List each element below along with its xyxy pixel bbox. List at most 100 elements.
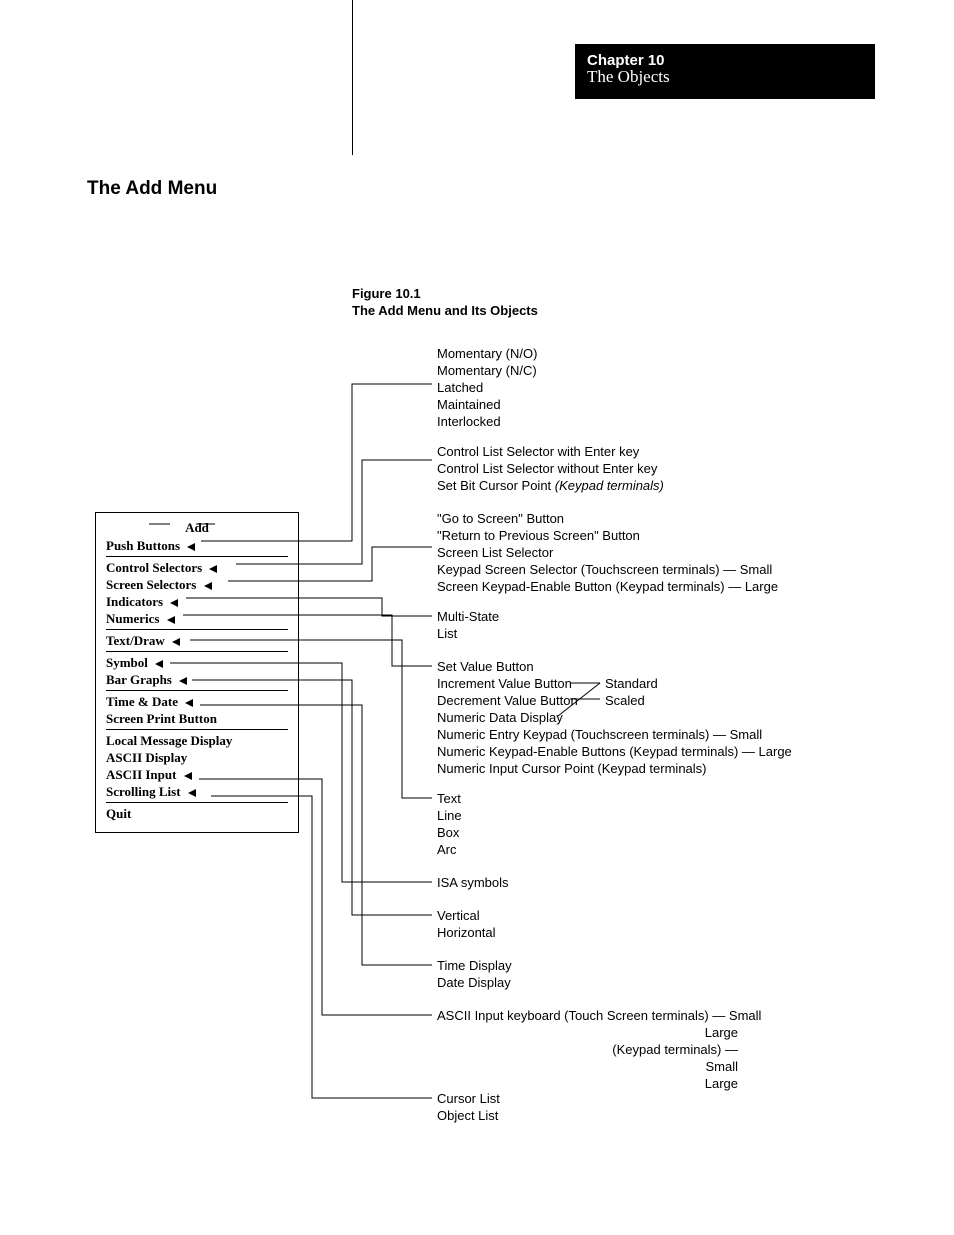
label: Bar Graphs — [106, 672, 172, 687]
menu-item-push-buttons[interactable]: Push Buttons — [106, 537, 288, 554]
text: Standard — [605, 675, 658, 692]
text: Horizontal — [437, 924, 496, 941]
label: ASCII Input — [106, 767, 176, 782]
chevron-left-icon — [185, 695, 194, 710]
menu-item-scrolling-list[interactable]: Scrolling List — [106, 783, 288, 800]
group-text-draw: Text Line Box Arc — [437, 790, 462, 858]
text: Numeric Keypad-Enable Buttons (Keypad te… — [437, 743, 792, 760]
text: Keypad Screen Selector (Touchscreen term… — [437, 561, 778, 578]
text: "Return to Previous Screen" Button — [437, 527, 778, 544]
menu-item-ascii-display[interactable]: ASCII Display — [106, 749, 288, 766]
text: Multi-State — [437, 608, 499, 625]
menu-item-indicators[interactable]: Indicators — [106, 593, 288, 610]
text: Maintained — [437, 396, 537, 413]
group-screen-selectors: "Go to Screen" Button "Return to Previou… — [437, 510, 778, 595]
menu-item-screen-print[interactable]: Screen Print Button — [106, 710, 288, 727]
menu-divider — [106, 729, 288, 730]
text: Scaled — [605, 692, 658, 709]
text: Screen Keypad-Enable Button (Keypad term… — [437, 578, 778, 595]
label: Text/Draw — [106, 633, 165, 648]
menu-item-local-msg[interactable]: Local Message Display — [106, 732, 288, 749]
chapter-title: The Objects — [587, 67, 863, 87]
text: "Go to Screen" Button — [437, 510, 778, 527]
menu-item-symbol[interactable]: Symbol — [106, 654, 288, 671]
text: Line — [437, 807, 462, 824]
text: ASCII Input keyboard (Touch Screen termi… — [437, 1007, 761, 1024]
add-menu-title: Add — [106, 519, 288, 537]
text: Arc — [437, 841, 462, 858]
label: Quit — [106, 806, 131, 821]
label: Push Buttons — [106, 538, 180, 553]
menu-divider — [106, 629, 288, 630]
label: Screen Selectors — [106, 577, 196, 592]
numerics-standard-scaled: Standard Scaled — [605, 675, 658, 709]
group-scrolling-list: Cursor List Object List — [437, 1090, 500, 1124]
text: Text — [437, 790, 462, 807]
text: Control List Selector with Enter key — [437, 443, 664, 460]
text: Numeric Input Cursor Point (Keypad termi… — [437, 760, 792, 777]
label: Indicators — [106, 594, 163, 609]
group-ascii-input: ASCII Input keyboard (Touch Screen termi… — [437, 1007, 761, 1024]
menu-item-screen-selectors[interactable]: Screen Selectors — [106, 576, 288, 593]
group-control-selectors: Control List Selector with Enter key Con… — [437, 443, 664, 494]
menu-item-quit[interactable]: Quit — [106, 805, 288, 822]
menu-divider — [106, 556, 288, 557]
text: Object List — [437, 1107, 500, 1124]
group-push-buttons: Momentary (N/O) Momentary (N/C) Latched … — [437, 345, 537, 430]
label: ASCII Display — [106, 750, 187, 765]
menu-item-numerics[interactable]: Numerics — [106, 610, 288, 627]
text: Latched — [437, 379, 537, 396]
menu-item-bar-graphs[interactable]: Bar Graphs — [106, 671, 288, 688]
text: Cursor List — [437, 1090, 500, 1107]
chevron-left-icon — [179, 673, 188, 688]
vertical-rule-top — [352, 0, 353, 155]
label: Control Selectors — [106, 560, 202, 575]
menu-item-text-draw[interactable]: Text/Draw — [106, 632, 288, 649]
label: Screen Print Button — [106, 711, 217, 726]
menu-item-control-selectors[interactable]: Control Selectors — [106, 559, 288, 576]
figure-caption: Figure 10.1 The Add Menu and Its Objects — [352, 286, 538, 320]
label: Numerics — [106, 611, 159, 626]
chevron-left-icon — [209, 561, 218, 576]
label: Scrolling List — [106, 784, 181, 799]
chevron-left-icon — [204, 578, 213, 593]
text: Set Value Button — [437, 658, 792, 675]
menu-divider — [106, 802, 288, 803]
menu-item-ascii-input[interactable]: ASCII Input — [106, 766, 288, 783]
chevron-left-icon — [155, 656, 164, 671]
text: Vertical — [437, 907, 496, 924]
text: Date Display — [437, 974, 512, 991]
text: Time Display — [437, 957, 512, 974]
text: Momentary (N/C) — [437, 362, 537, 379]
text: Large — [578, 1024, 738, 1041]
text: Large — [578, 1075, 738, 1092]
chevron-left-icon — [188, 785, 197, 800]
label: Symbol — [106, 655, 148, 670]
figure-number: Figure 10.1 — [352, 286, 538, 303]
text: (Keypad terminals) — Small — [578, 1041, 738, 1075]
add-menu-box: Add Push Buttons Control Selectors Scree… — [95, 512, 299, 833]
text: Interlocked — [437, 413, 537, 430]
chapter-banner: Chapter 10 The Objects — [575, 44, 875, 99]
group-indicators: Multi-State List — [437, 608, 499, 642]
text: Numeric Data Display — [437, 709, 792, 726]
chevron-left-icon — [172, 634, 181, 649]
text: Control List Selector without Enter key — [437, 460, 664, 477]
menu-divider — [106, 690, 288, 691]
chevron-left-icon — [170, 595, 179, 610]
chevron-left-icon — [184, 768, 193, 783]
ascii-input-right-col: Large (Keypad terminals) — Small Large — [578, 1024, 738, 1092]
label: Local Message Display — [106, 733, 232, 748]
text: List — [437, 625, 499, 642]
menu-item-time-date[interactable]: Time & Date — [106, 693, 288, 710]
text: Momentary (N/O) — [437, 345, 537, 362]
chevron-left-icon — [167, 612, 176, 627]
menu-divider — [106, 651, 288, 652]
text: Numeric Entry Keypad (Touchscreen termin… — [437, 726, 792, 743]
group-time-date: Time Display Date Display — [437, 957, 512, 991]
text: Screen List Selector — [437, 544, 778, 561]
label: Time & Date — [106, 694, 178, 709]
chevron-left-icon — [187, 539, 196, 554]
figure-title: The Add Menu and Its Objects — [352, 303, 538, 320]
text: ISA symbols — [437, 874, 509, 891]
